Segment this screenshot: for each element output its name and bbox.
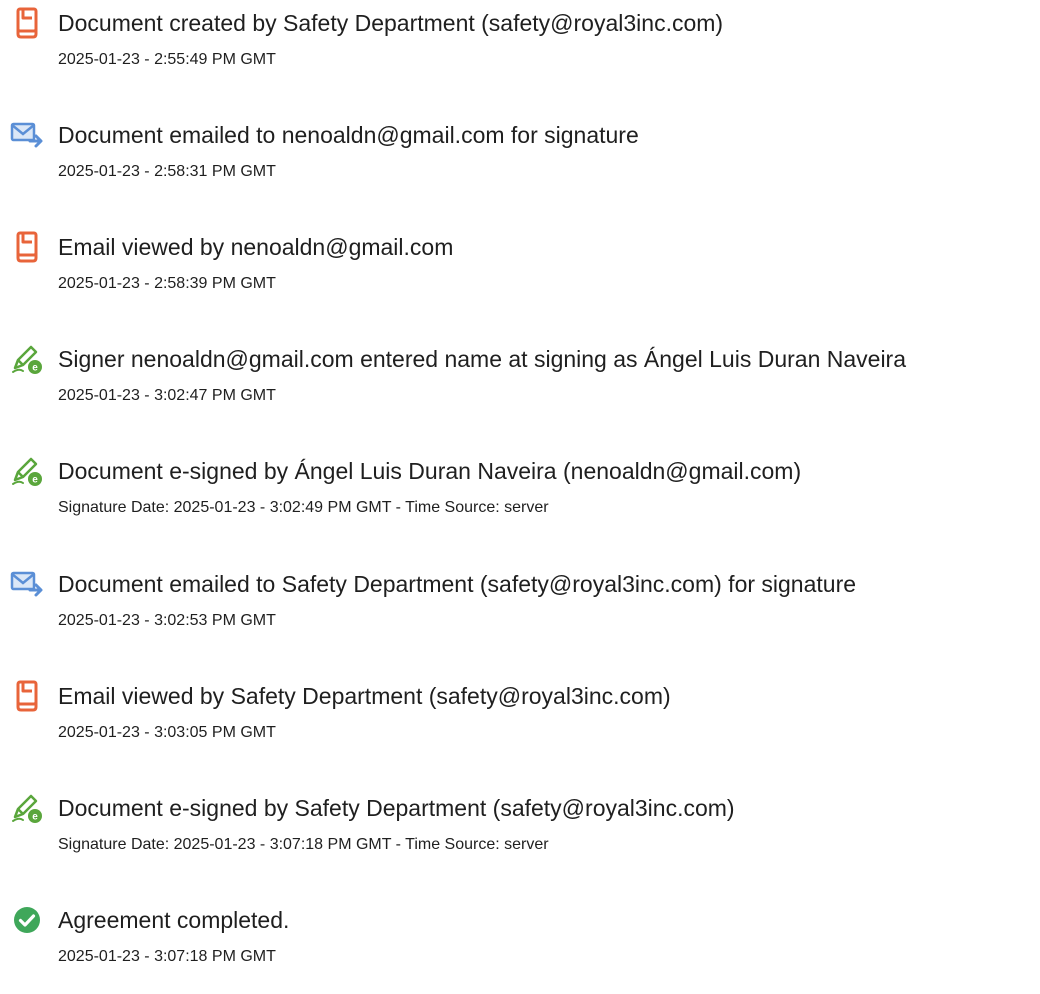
e-sign-pen-icon: e xyxy=(8,452,46,490)
audit-event-email-viewed-department: Email viewed by Safety Department (safet… xyxy=(0,677,1040,757)
document-viewed-icon xyxy=(8,228,46,266)
svg-text:e: e xyxy=(32,812,38,823)
event-title: Email viewed by Safety Department (safet… xyxy=(58,683,671,709)
event-title: Document created by Safety Department (s… xyxy=(58,10,724,36)
e-sign-pen-icon: e xyxy=(8,789,46,827)
event-timestamp: Signature Date: 2025-01-23 - 3:07:18 PM … xyxy=(58,836,549,853)
event-timestamp: 2025-01-23 - 2:55:49 PM GMT xyxy=(58,51,276,68)
audit-event-agreement-completed: Agreement completed. 2025-01-23 - 3:07:1… xyxy=(0,901,1040,981)
event-title: Document e-signed by Ángel Luis Duran Na… xyxy=(58,458,802,484)
e-sign-pen-icon: e xyxy=(8,340,46,378)
event-timestamp: 2025-01-23 - 3:03:05 PM GMT xyxy=(58,724,276,741)
audit-event-emailed-department: Document emailed to Safety Department (s… xyxy=(0,565,1040,645)
event-timestamp: Signature Date: 2025-01-23 - 3:02:49 PM … xyxy=(58,499,549,516)
document-created-icon xyxy=(8,4,46,42)
email-sent-icon xyxy=(8,565,46,603)
event-timestamp: 2025-01-23 - 3:02:53 PM GMT xyxy=(58,612,276,629)
audit-event-list: Document created by Safety Department (s… xyxy=(0,0,1040,994)
event-title: Signer nenoaldn@gmail.com entered name a… xyxy=(58,346,907,372)
svg-text:e: e xyxy=(32,363,38,374)
audit-event-document-created: Document created by Safety Department (s… xyxy=(0,4,1040,84)
document-viewed-icon xyxy=(8,677,46,715)
event-title: Agreement completed. xyxy=(58,907,290,933)
event-title: Email viewed by nenoaldn@gmail.com xyxy=(58,234,454,260)
checkmark-circle-icon xyxy=(8,901,46,939)
event-timestamp: 2025-01-23 - 2:58:39 PM GMT xyxy=(58,275,276,292)
audit-event-name-entered: e Signer nenoaldn@gmail.com entered name… xyxy=(0,340,1040,420)
event-timestamp: 2025-01-23 - 3:07:18 PM GMT xyxy=(58,948,276,965)
audit-event-emailed-signer: Document emailed to nenoaldn@gmail.com f… xyxy=(0,116,1040,196)
audit-event-department-e-signed: e Document e-signed by Safety Department… xyxy=(0,789,1040,869)
event-title: Document emailed to Safety Department (s… xyxy=(58,571,857,597)
email-sent-icon xyxy=(8,116,46,154)
audit-event-signer-e-signed: e Document e-signed by Ángel Luis Duran … xyxy=(0,452,1040,532)
event-timestamp: 2025-01-23 - 3:02:47 PM GMT xyxy=(58,387,276,404)
event-timestamp: 2025-01-23 - 2:58:31 PM GMT xyxy=(58,163,276,180)
svg-text:e: e xyxy=(32,475,38,486)
event-title: Document emailed to nenoaldn@gmail.com f… xyxy=(58,122,639,148)
event-title: Document e-signed by Safety Department (… xyxy=(58,795,735,821)
audit-event-email-viewed-signer: Email viewed by nenoaldn@gmail.com 2025-… xyxy=(0,228,1040,308)
